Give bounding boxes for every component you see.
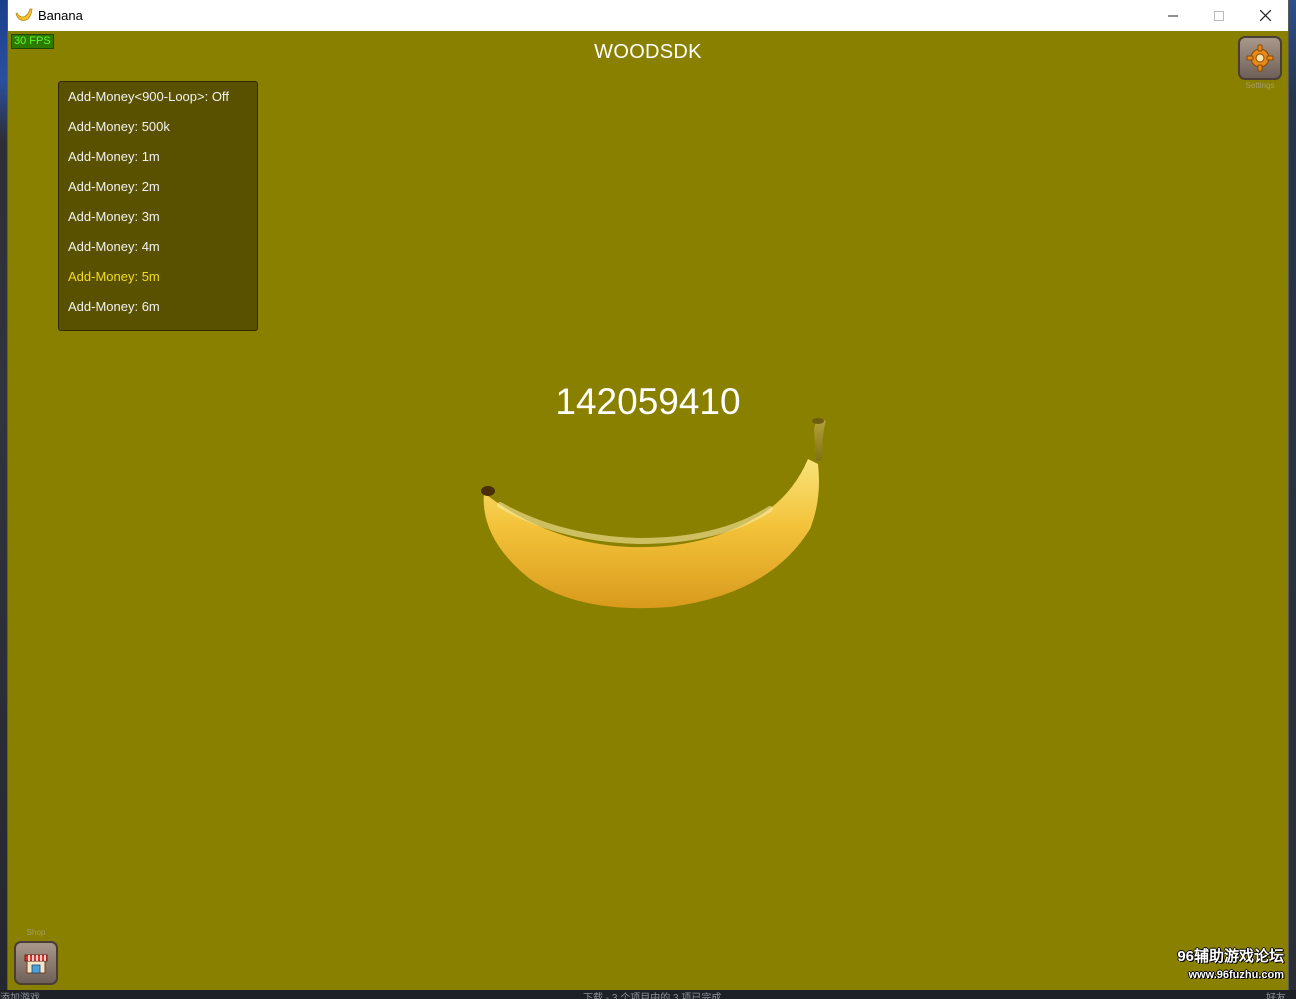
menu-item-500k[interactable]: Add-Money: 500k <box>68 119 170 134</box>
menu-item-2m[interactable]: Add-Money: 2m <box>68 179 160 194</box>
settings-button[interactable] <box>1238 36 1282 80</box>
minimize-button[interactable] <box>1150 0 1196 31</box>
gear-icon <box>1246 44 1274 72</box>
taskbar-friends[interactable]: 好友 <box>1266 990 1286 999</box>
watermark-url: www.96fuzhu.com <box>1188 969 1284 981</box>
watermark: 96辅助游戏论坛 www.96fuzhu.com <box>1177 945 1284 981</box>
cheat-menu: Add-Money<900-Loop>: Off Add-Money: 500k… <box>58 81 258 331</box>
game-canvas: 30 FPS WOODSDK Add-Money<900-Loop>: Off … <box>8 31 1288 990</box>
menu-item-1m[interactable]: Add-Money: 1m <box>68 149 160 164</box>
banana-app-icon <box>15 8 33 21</box>
watermark-title: 96辅助游戏论坛 <box>1177 948 1284 965</box>
title-bar[interactable]: Banana <box>8 0 1288 31</box>
close-icon <box>1259 10 1271 21</box>
shop-icon <box>24 954 48 974</box>
banana-button[interactable] <box>470 409 830 619</box>
shop-label: Shop <box>26 928 46 937</box>
menu-item-5m[interactable]: Add-Money: 5m <box>68 269 160 284</box>
shop-button[interactable] <box>14 941 58 985</box>
maximize-icon <box>1214 10 1224 21</box>
minimize-icon <box>1168 15 1178 16</box>
taskbar-add-game[interactable]: 添加游戏 <box>0 990 40 999</box>
menu-item-6m[interactable]: Add-Money: 6m <box>68 299 160 314</box>
taskbar-download-status[interactable]: 下载 - 3 个项目中的 3 项已完成 <box>583 990 721 999</box>
desktop-background-right <box>1288 0 1296 999</box>
maximize-button[interactable] <box>1196 0 1242 31</box>
settings-label: Settings <box>1245 81 1275 90</box>
menu-item-3m[interactable]: Add-Money: 3m <box>68 209 160 224</box>
window-title: Banana <box>38 8 83 23</box>
menu-item-4m[interactable]: Add-Money: 4m <box>68 239 160 254</box>
taskbar: 添加游戏 下载 - 3 个项目中的 3 项已完成 好友 <box>0 990 1296 999</box>
menu-item-loop[interactable]: Add-Money<900-Loop>: Off <box>68 89 229 104</box>
game-window: Banana 30 FPS WOODSDK Add-Money<900-Loop… <box>8 0 1288 990</box>
desktop-background-left <box>0 0 8 999</box>
close-button[interactable] <box>1242 0 1288 31</box>
mod-title: WOODSDK <box>594 41 702 63</box>
